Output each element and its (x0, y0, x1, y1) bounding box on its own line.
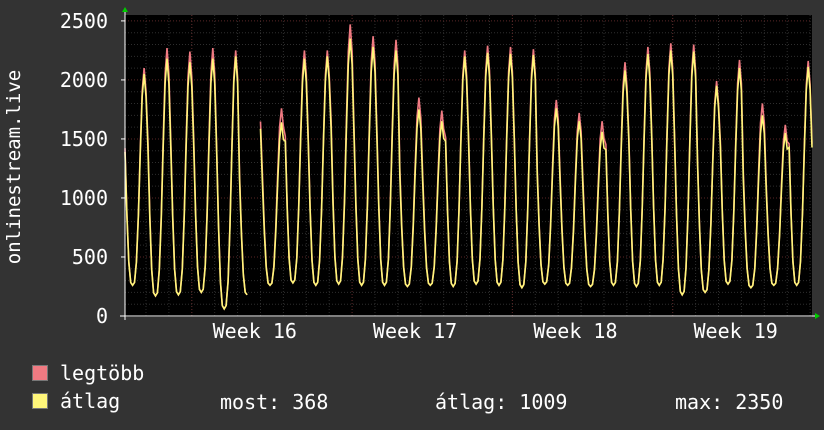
y-tick-label: 2500 (60, 9, 108, 33)
atlag-swatch (32, 393, 48, 409)
y-axis-label: onlinestream.live (3, 70, 25, 264)
legend-item-legtobb: legtöbb (32, 361, 145, 385)
y-tick-label: 1000 (60, 186, 108, 210)
y-tick-label: 500 (72, 245, 108, 269)
legend-label-atlag: átlag (60, 389, 121, 413)
x-axis-arrow (815, 313, 820, 319)
y-tick-label: 1500 (60, 127, 108, 151)
x-axis-ticks: Week 16 Week 17 Week 18 Week 19 (213, 319, 778, 343)
x-tick-label: Week 17 (373, 319, 457, 343)
legend-label-legtobb: legtöbb (60, 361, 145, 385)
x-tick-label: Week 19 (694, 319, 778, 343)
stat-atlag: átlag: 1009 (435, 390, 568, 414)
y-axis-ticks: 0 500 1000 1500 2000 2500 (60, 9, 125, 328)
y-tick-label: 2000 (60, 68, 108, 92)
y-tick-label: 0 (96, 304, 108, 328)
stat-max: max: 2350 (675, 390, 784, 414)
legend-item-atlag: átlag (32, 389, 121, 413)
x-tick-label: Week 18 (533, 319, 617, 343)
stat-most: most: 368 (220, 390, 329, 414)
legtobb-swatch (32, 365, 48, 381)
x-tick-label: Week 16 (213, 319, 297, 343)
y-axis-arrow (122, 7, 128, 12)
